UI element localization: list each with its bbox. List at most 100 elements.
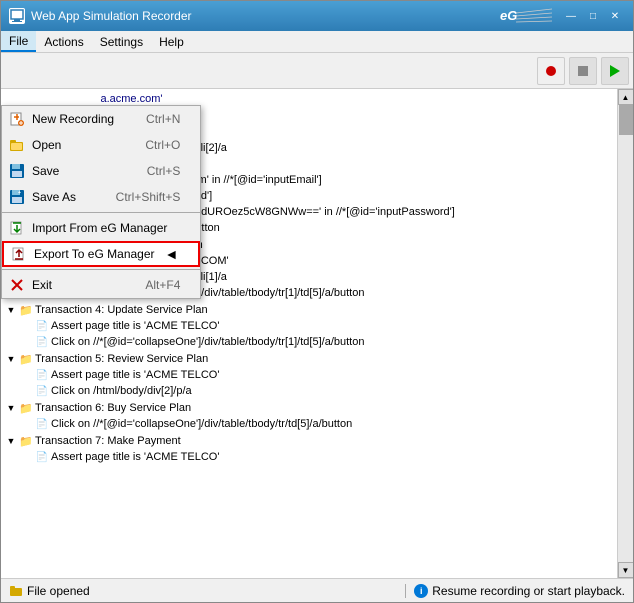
exit-label: Exit xyxy=(32,278,119,292)
menu-item-save-as[interactable]: + Save As Ctrl+Shift+S xyxy=(2,184,200,210)
file-icon-t5-1: 📄 xyxy=(35,368,49,382)
folder-icon-t6: 📁 xyxy=(19,401,33,415)
status-right-message: Resume recording or start playback. xyxy=(432,584,625,598)
menu-item-export[interactable]: Export To eG Manager ◄ xyxy=(2,241,200,267)
status-folder-icon xyxy=(9,584,23,598)
file-icon-t4-1: 📄 xyxy=(35,319,49,333)
stop-icon xyxy=(578,66,588,76)
scroll-up-button[interactable]: ▲ xyxy=(618,89,634,105)
t5-item-2-label: Click on /html/body/div[2]/p/a xyxy=(51,385,192,397)
close-button[interactable]: ✕ xyxy=(605,7,625,25)
minimize-button[interactable]: — xyxy=(561,7,581,25)
play-icon xyxy=(610,65,620,77)
save-shortcut: Ctrl+S xyxy=(147,164,181,178)
open-shortcut: Ctrl+O xyxy=(145,138,180,152)
transaction-6-header[interactable]: ▼ 📁 Transaction 6: Buy Service Plan xyxy=(5,400,613,416)
t4-item-1[interactable]: 📄 Assert page title is 'ACME TELCO' xyxy=(21,318,613,334)
menu-item-exit[interactable]: Exit Alt+F4 xyxy=(2,272,200,298)
file-icon-t4-2: 📄 xyxy=(35,335,49,349)
menu-settings[interactable]: Settings xyxy=(92,31,151,52)
separator-2 xyxy=(2,269,200,270)
transaction-6-label: Transaction 6: Buy Service Plan xyxy=(35,402,191,414)
transaction-5-label: Transaction 5: Review Service Plan xyxy=(35,353,208,365)
menu-item-new-recording[interactable]: New Recording Ctrl+N xyxy=(2,106,200,132)
info-icon: i xyxy=(414,584,428,598)
t7-item-1[interactable]: 📄 Assert page title is 'ACME TELCO' xyxy=(21,449,613,465)
file-dropdown-menu: New Recording Ctrl+N Open Ctrl+O xyxy=(1,105,201,299)
export-label: Export To eG Manager xyxy=(34,247,155,261)
status-right: i Resume recording or start playback. xyxy=(405,584,625,598)
expander-t4[interactable]: ▼ xyxy=(5,304,17,316)
export-arrow: ◄ xyxy=(165,246,179,262)
app-icon xyxy=(9,8,25,24)
eg-logo: eG xyxy=(498,5,561,27)
transaction-4-group: ▼ 📁 Transaction 4: Update Service Plan 📄… xyxy=(5,302,613,350)
context-url-1: a.acme.com' xyxy=(1,89,617,105)
window-body: New Recording Ctrl+N Open Ctrl+O xyxy=(1,53,633,602)
transaction-4-header[interactable]: ▼ 📁 Transaction 4: Update Service Plan xyxy=(5,302,613,318)
save-as-label: Save As xyxy=(32,190,90,204)
toolbar-right xyxy=(537,57,629,85)
transaction-4-children: 📄 Assert page title is 'ACME TELCO' 📄 Cl… xyxy=(5,318,613,350)
exit-shortcut: Alt+F4 xyxy=(145,278,180,292)
save-label: Save xyxy=(32,164,121,178)
import-label: Import From eG Manager xyxy=(32,221,180,235)
new-recording-label: New Recording xyxy=(32,112,120,126)
open-icon xyxy=(8,136,26,154)
transaction-6-children: 📄 Click on //*[@id='collapseOne']/div/ta… xyxy=(5,416,613,432)
transaction-5-header[interactable]: ▼ 📁 Transaction 5: Review Service Plan xyxy=(5,351,613,367)
export-icon xyxy=(10,245,28,263)
file-icon-t7-1: 📄 xyxy=(35,450,49,464)
transaction-5-children: 📄 Assert page title is 'ACME TELCO' 📄 Cl… xyxy=(5,367,613,399)
svg-text:eG: eG xyxy=(500,8,517,23)
t5-item-2[interactable]: 📄 Click on /html/body/div[2]/p/a xyxy=(21,383,613,399)
transaction-7-header[interactable]: ▼ 📁 Transaction 7: Make Payment xyxy=(5,433,613,449)
expander-t6[interactable]: ▼ xyxy=(5,402,17,414)
record-button[interactable] xyxy=(537,57,565,85)
transaction-5-group: ▼ 📁 Transaction 5: Review Service Plan 📄… xyxy=(5,351,613,399)
transaction-7-label: Transaction 7: Make Payment xyxy=(35,435,181,447)
save-as-icon: + xyxy=(8,188,26,206)
scroll-thumb[interactable] xyxy=(619,105,633,135)
t6-item-1[interactable]: 📄 Click on //*[@id='collapseOne']/div/ta… xyxy=(21,416,613,432)
open-label: Open xyxy=(32,138,119,152)
scroll-track[interactable] xyxy=(618,105,634,562)
t6-item-1-label: Click on //*[@id='collapseOne']/div/tabl… xyxy=(51,418,352,430)
transaction-7-group: ▼ 📁 Transaction 7: Make Payment 📄 Assert… xyxy=(5,433,613,465)
import-icon xyxy=(8,219,26,237)
menu-item-save[interactable]: Save Ctrl+S xyxy=(2,158,200,184)
expander-t5[interactable]: ▼ xyxy=(5,353,17,365)
toolbar xyxy=(1,53,633,89)
window-title: Web App Simulation Recorder xyxy=(31,9,192,23)
title-bar: Web App Simulation Recorder eG — □ ✕ xyxy=(1,1,633,31)
save-as-shortcut: Ctrl+Shift+S xyxy=(116,190,181,204)
maximize-button[interactable]: □ xyxy=(583,7,603,25)
save-icon xyxy=(8,162,26,180)
t5-item-1[interactable]: 📄 Assert page title is 'ACME TELCO' xyxy=(21,367,613,383)
menu-file[interactable]: File xyxy=(1,31,36,52)
play-button[interactable] xyxy=(601,57,629,85)
stop-button[interactable] xyxy=(569,57,597,85)
status-bar: File opened i Resume recording or start … xyxy=(1,578,633,602)
status-left: File opened xyxy=(9,584,405,598)
t7-item-1-label: Assert page title is 'ACME TELCO' xyxy=(51,451,219,463)
scroll-down-button[interactable]: ▼ xyxy=(618,562,634,578)
expander-t7[interactable]: ▼ xyxy=(5,435,17,447)
record-icon xyxy=(546,66,556,76)
transaction-6-group: ▼ 📁 Transaction 6: Buy Service Plan 📄 Cl… xyxy=(5,400,613,432)
svg-text:+: + xyxy=(18,190,21,196)
new-recording-icon xyxy=(8,110,26,128)
t4-item-2-label: Click on //*[@id='collapseOne']/div/tabl… xyxy=(51,336,364,348)
title-bar-left: Web App Simulation Recorder xyxy=(9,8,192,24)
folder-icon-t5: 📁 xyxy=(19,352,33,366)
t4-item-2[interactable]: 📄 Click on //*[@id='collapseOne']/div/ta… xyxy=(21,334,613,350)
menu-item-import[interactable]: Import From eG Manager xyxy=(2,215,200,241)
scrollbar[interactable]: ▲ ▼ xyxy=(617,89,633,578)
menu-item-open[interactable]: Open Ctrl+O xyxy=(2,132,200,158)
file-dropdown: New Recording Ctrl+N Open Ctrl+O xyxy=(1,105,201,299)
menu-actions[interactable]: Actions xyxy=(36,31,91,52)
menu-help[interactable]: Help xyxy=(151,31,192,52)
main-window: Web App Simulation Recorder eG — □ ✕ Fil… xyxy=(0,0,634,603)
file-icon-t5-2: 📄 xyxy=(35,384,49,398)
t4-item-1-label: Assert page title is 'ACME TELCO' xyxy=(51,320,219,332)
